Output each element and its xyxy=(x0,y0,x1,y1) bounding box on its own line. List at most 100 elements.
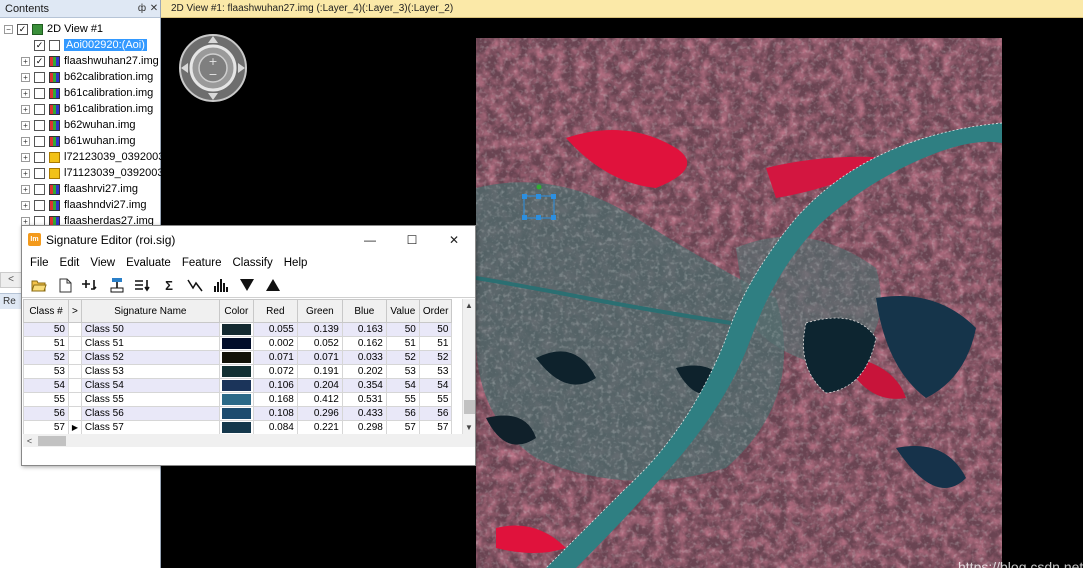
cell-marker[interactable] xyxy=(68,350,82,365)
cell-value[interactable]: 56 xyxy=(385,406,420,421)
cell-class[interactable]: 57 xyxy=(23,420,69,435)
cell-blue[interactable]: 0.202 xyxy=(341,364,387,379)
color-swatch-cell[interactable] xyxy=(218,406,254,421)
cell-green[interactable]: 0.296 xyxy=(296,406,343,421)
cell-name[interactable]: Class 50 xyxy=(80,322,220,337)
menu-help[interactable]: Help xyxy=(280,257,312,269)
checkbox[interactable] xyxy=(34,183,45,195)
checkbox[interactable] xyxy=(34,151,45,163)
cell-name[interactable]: Class 56 xyxy=(80,406,220,421)
table-row[interactable]: 57 ▶ Class 57 0.084 0.221 0.298 57 57 xyxy=(23,420,453,435)
cell-name[interactable]: Class 57 xyxy=(80,420,220,435)
cell-green[interactable]: 0.139 xyxy=(296,322,343,337)
cell-value[interactable]: 51 xyxy=(385,336,420,351)
color-swatch-cell[interactable] xyxy=(218,336,254,351)
expand-icon[interactable]: + xyxy=(21,120,30,130)
cell-value[interactable]: 50 xyxy=(385,322,420,337)
mean-plot-icon[interactable] xyxy=(184,275,206,295)
column-header[interactable]: Red xyxy=(252,299,298,323)
tree-item-layer[interactable]: ✓ Aoi002920:(Aoi) xyxy=(21,37,147,53)
cell-name[interactable]: Class 53 xyxy=(80,364,220,379)
cell-blue[interactable]: 0.163 xyxy=(341,322,387,337)
cell-value[interactable]: 57 xyxy=(385,420,420,435)
cell-red[interactable]: 0.168 xyxy=(252,392,298,407)
cell-order[interactable]: 51 xyxy=(418,336,453,351)
menu-view[interactable]: View xyxy=(86,257,119,269)
open-icon[interactable] xyxy=(28,275,50,295)
cell-red[interactable]: 0.071 xyxy=(252,350,298,365)
cell-name[interactable]: Class 52 xyxy=(80,350,220,365)
expand-icon[interactable]: + xyxy=(21,184,30,194)
cell-red[interactable]: 0.108 xyxy=(252,406,298,421)
cell-red[interactable]: 0.106 xyxy=(252,378,298,393)
cell-marker[interactable]: ▶ xyxy=(68,420,82,435)
expand-icon[interactable]: + xyxy=(21,104,30,114)
cell-class[interactable]: 54 xyxy=(23,378,69,393)
merge-icon[interactable] xyxy=(132,275,154,295)
cell-value[interactable]: 53 xyxy=(385,364,420,379)
column-header[interactable]: Signature Name xyxy=(80,299,220,323)
table-row[interactable]: 51 Class 51 0.002 0.052 0.162 51 51 xyxy=(23,336,453,351)
cell-name[interactable]: Class 51 xyxy=(80,336,220,351)
column-header[interactable]: Value xyxy=(385,299,420,323)
tree-item-layer[interactable]: + l72123039_03920030 xyxy=(21,149,170,165)
table-row[interactable]: 50 Class 50 0.055 0.139 0.163 50 50 xyxy=(23,322,453,337)
new-icon[interactable] xyxy=(54,275,76,295)
cell-value[interactable]: 52 xyxy=(385,350,420,365)
checkbox[interactable]: ✓ xyxy=(17,23,28,35)
cell-order[interactable]: 56 xyxy=(418,406,453,421)
color-swatch-cell[interactable] xyxy=(218,392,254,407)
add-signature-icon[interactable] xyxy=(80,275,102,295)
tree-item-layer[interactable]: + b61calibration.img xyxy=(21,101,153,117)
cell-blue[interactable]: 0.298 xyxy=(341,420,387,435)
column-header[interactable]: Order xyxy=(418,299,453,323)
tree-item-layer[interactable]: + l71123039_03920030 xyxy=(21,165,170,181)
table-row[interactable]: 56 Class 56 0.108 0.296 0.433 56 56 xyxy=(23,406,453,421)
rev-tab[interactable]: Re xyxy=(0,293,22,309)
navigation-compass-icon[interactable]: + − xyxy=(178,33,248,103)
tree-item-layer[interactable]: + b61calibration.img xyxy=(21,85,153,101)
select-next-up-icon[interactable] xyxy=(262,275,284,295)
cell-red[interactable]: 0.084 xyxy=(252,420,298,435)
cell-green[interactable]: 0.052 xyxy=(296,336,343,351)
menu-classify[interactable]: Classify xyxy=(228,257,276,269)
cell-order[interactable]: 52 xyxy=(418,350,453,365)
cell-class[interactable]: 52 xyxy=(23,350,69,365)
close-button[interactable]: ✕ xyxy=(433,226,475,253)
column-header[interactable]: Blue xyxy=(341,299,387,323)
cell-class[interactable]: 50 xyxy=(23,322,69,337)
cell-order[interactable]: 55 xyxy=(418,392,453,407)
color-swatch[interactable] xyxy=(221,422,251,433)
tree-item-layer[interactable]: + b61wuhan.img xyxy=(21,133,136,149)
menu-file[interactable]: File xyxy=(26,257,53,269)
vertical-scrollbar[interactable]: ▲ ▼ xyxy=(462,299,475,434)
cell-red[interactable]: 0.072 xyxy=(252,364,298,379)
color-swatch-cell[interactable] xyxy=(218,420,254,435)
cell-class[interactable]: 55 xyxy=(23,392,69,407)
color-swatch-cell[interactable] xyxy=(218,350,254,365)
tree-item-layer[interactable]: + flaashrvi27.img xyxy=(21,181,138,197)
checkbox[interactable] xyxy=(34,167,45,179)
cell-marker[interactable] xyxy=(68,322,82,337)
checkbox[interactable]: ✓ xyxy=(34,39,45,51)
cell-class[interactable]: 51 xyxy=(23,336,69,351)
color-swatch-cell[interactable] xyxy=(218,364,254,379)
cell-blue[interactable]: 0.033 xyxy=(341,350,387,365)
cell-order[interactable]: 57 xyxy=(418,420,453,435)
cell-marker[interactable] xyxy=(68,392,82,407)
table-row[interactable]: 54 Class 54 0.106 0.204 0.354 54 54 xyxy=(23,378,453,393)
color-swatch[interactable] xyxy=(221,324,251,335)
signature-editor-titlebar[interactable]: Im Signature Editor (roi.sig) — ☐ ✕ xyxy=(22,226,475,253)
minimize-button[interactable]: — xyxy=(349,226,391,253)
cell-blue[interactable]: 0.433 xyxy=(341,406,387,421)
cell-green[interactable]: 0.412 xyxy=(296,392,343,407)
color-swatch[interactable] xyxy=(221,366,251,377)
checkbox[interactable] xyxy=(34,103,45,115)
column-header[interactable]: > xyxy=(68,299,82,323)
expand-icon[interactable]: + xyxy=(21,200,30,210)
cell-green[interactable]: 0.204 xyxy=(296,378,343,393)
tree-item-layer[interactable]: + b62calibration.img xyxy=(21,69,153,85)
checkbox[interactable] xyxy=(34,135,45,147)
cell-class[interactable]: 53 xyxy=(23,364,69,379)
scroll-down-icon[interactable]: ▼ xyxy=(463,421,475,434)
